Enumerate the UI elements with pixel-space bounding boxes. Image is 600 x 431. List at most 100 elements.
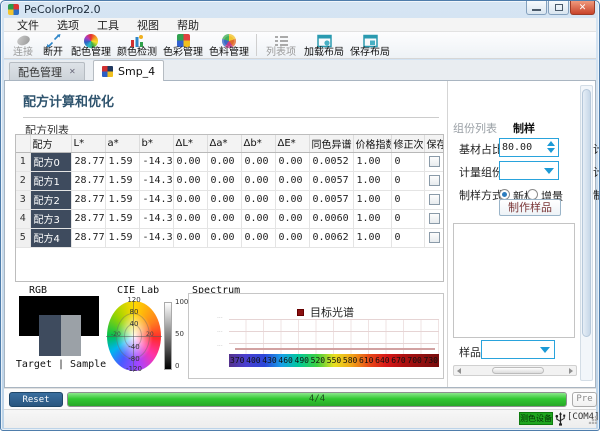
app-window: PeColorPro2.0 ✕ 文件选项工具视图帮助 连接断开配色管理颜色检测色… xyxy=(0,0,600,431)
base-ratio-input[interactable] xyxy=(502,140,544,155)
toolbar-button-colorant[interactable]: 色料管理 xyxy=(206,32,252,59)
clipped-text: 计 xyxy=(593,164,599,177)
minimize-button[interactable] xyxy=(526,1,547,15)
wavelength-tick-label: 370 xyxy=(230,357,244,365)
menu-item[interactable]: 帮助 xyxy=(168,17,208,33)
recipe-value-cell: -14.33 xyxy=(139,228,173,247)
recipe-value-cell: -14.33 xyxy=(139,171,173,190)
recipe-value-cell: 28.77 xyxy=(71,190,105,209)
lightness-bar xyxy=(164,302,172,370)
reset-button[interactable]: Reset xyxy=(9,392,63,407)
recipe-value-cell: 0.00 xyxy=(173,152,207,171)
menu-item[interactable]: 选项 xyxy=(48,17,88,33)
recipe-value-cell: 0.00 xyxy=(275,228,309,247)
vertical-scrollbar-thumb[interactable] xyxy=(582,89,591,337)
toolbar-button-label: 列表项 xyxy=(266,48,296,58)
toolbar-button-list: 列表项 xyxy=(261,32,301,59)
spin-up-icon[interactable] xyxy=(547,141,555,146)
wavelength-tick-label: 520 xyxy=(311,357,325,365)
toolbar-button-palette[interactable]: 色彩管理 xyxy=(160,32,206,59)
recipe-name-cell[interactable]: 配方0 xyxy=(30,152,71,171)
right-panel-horizontal-scrollbar[interactable] xyxy=(453,365,577,376)
wavelength-tick-label: 640 xyxy=(375,357,389,365)
save-checkbox[interactable] xyxy=(429,156,440,167)
scroll-left-icon[interactable] xyxy=(457,368,461,374)
menu-item[interactable]: 文件 xyxy=(8,17,48,33)
menu-item[interactable]: 工具 xyxy=(88,17,128,33)
recipe-value-cell: 1.00 xyxy=(353,209,391,228)
component-list-box[interactable] xyxy=(453,223,575,338)
toolbar-button-detect[interactable]: 颜色检测 xyxy=(114,32,160,59)
cielab-horizontal-tick: 20 xyxy=(146,332,154,338)
toolbar-button-disconnect[interactable]: 断开 xyxy=(38,32,68,59)
recipe-value-cell: 1.59 xyxy=(105,171,139,190)
recipe-value-cell: 0 xyxy=(391,152,424,171)
right-panel-divider xyxy=(447,81,448,387)
base-ratio-spinner[interactable] xyxy=(499,138,559,157)
column-header: ΔL* xyxy=(173,135,207,152)
wavelength-tick-label: 580 xyxy=(343,357,357,365)
toolbar-button-colorwheel[interactable]: 配色管理 xyxy=(68,32,114,59)
title-bar[interactable]: PeColorPro2.0 ✕ xyxy=(1,1,599,18)
method-label: 制样方式 xyxy=(459,187,503,203)
column-header: 修正次数 xyxy=(391,135,424,152)
rgb-caption: Target | Sample xyxy=(13,359,109,370)
menu-item[interactable]: 视图 xyxy=(128,17,168,33)
recipe-value-cell: 0.0062 xyxy=(309,228,353,247)
wavelength-tick-label: 700 xyxy=(407,357,421,365)
tab-配色管理[interactable]: 配色管理✕ xyxy=(9,62,85,81)
table-row: 2配方128.771.59-14.330.000.000.000.000.005… xyxy=(16,171,444,190)
cielab-vertical-tick: 80 xyxy=(130,309,139,316)
spectrum-ytick: ··· xyxy=(217,316,223,322)
cielab-vertical-tick: -120 xyxy=(126,366,142,373)
close-icon: ✕ xyxy=(571,1,594,15)
right-panel-tab-组份列表[interactable]: 组份列表 xyxy=(453,120,497,136)
save-checkbox[interactable] xyxy=(429,194,440,205)
toolbar-button-load-layout[interactable]: 加载布局 xyxy=(301,32,347,59)
save-checkbox[interactable] xyxy=(429,175,440,186)
toolbar-button-label: 保存布局 xyxy=(350,48,390,58)
pre-button[interactable]: Pre xyxy=(572,392,597,407)
vertical-scrollbar[interactable] xyxy=(580,85,593,381)
wavelength-tick-label: 610 xyxy=(359,357,373,365)
spectrum-ytick: ··· xyxy=(217,330,223,336)
table-row: 3配方228.771.59-14.330.000.000.000.000.005… xyxy=(16,190,444,209)
wavelength-tick-label: 550 xyxy=(327,357,341,365)
spin-down-icon[interactable] xyxy=(547,148,555,153)
recipe-value-cell: 0.00 xyxy=(241,190,275,209)
clipped-text: 制 xyxy=(593,187,599,200)
recipe-value-cell: 0 xyxy=(391,190,424,209)
column-header: 保存 xyxy=(424,135,444,152)
resize-grip[interactable] xyxy=(588,415,597,424)
save-checkbox[interactable] xyxy=(429,213,440,224)
recipe-name-cell[interactable]: 配方1 xyxy=(30,171,71,190)
component-label: 计量组份 xyxy=(459,164,503,180)
wavelength-tick-label: 400 xyxy=(246,357,260,365)
load-layout-icon xyxy=(317,33,332,48)
maximize-button[interactable] xyxy=(548,1,569,15)
recipe-name-cell[interactable]: 配方3 xyxy=(30,209,71,228)
usb-icon xyxy=(555,411,566,430)
toolbar: 连接断开配色管理颜色检测色彩管理色料管理列表项加载布局保存布局 xyxy=(4,32,596,59)
toolbar-button-save-layout[interactable]: 保存布局 xyxy=(347,32,393,59)
sample-dropdown[interactable] xyxy=(481,340,555,359)
tab-close-icon[interactable]: ✕ xyxy=(69,68,76,76)
menu-bar: 文件选项工具视图帮助 xyxy=(4,18,596,32)
recipe-value-cell: -14.33 xyxy=(139,209,173,228)
tab-Smp_4[interactable]: Smp_4 xyxy=(93,60,164,81)
close-button[interactable]: ✕ xyxy=(570,1,595,15)
recipe-name-cell[interactable]: 配方4 xyxy=(30,228,71,247)
recipe-value-cell: -14.33 xyxy=(139,190,173,209)
save-checkbox[interactable] xyxy=(429,232,440,243)
make-sample-button[interactable]: 制作样品 xyxy=(499,199,561,216)
recipe-name-cell[interactable]: 配方2 xyxy=(30,190,71,209)
component-dropdown[interactable] xyxy=(499,161,559,180)
scroll-right-icon[interactable] xyxy=(569,368,573,374)
row-number: 5 xyxy=(16,228,30,247)
status-bar xyxy=(4,409,596,428)
toolbar-button-label: 断开 xyxy=(43,48,63,58)
right-panel-tab-制样[interactable]: 制样 xyxy=(513,120,535,136)
scrollbar-thumb[interactable] xyxy=(492,367,544,374)
recipe-value-cell: 0.00 xyxy=(275,190,309,209)
legend-label: 目标光谱 xyxy=(310,304,354,320)
